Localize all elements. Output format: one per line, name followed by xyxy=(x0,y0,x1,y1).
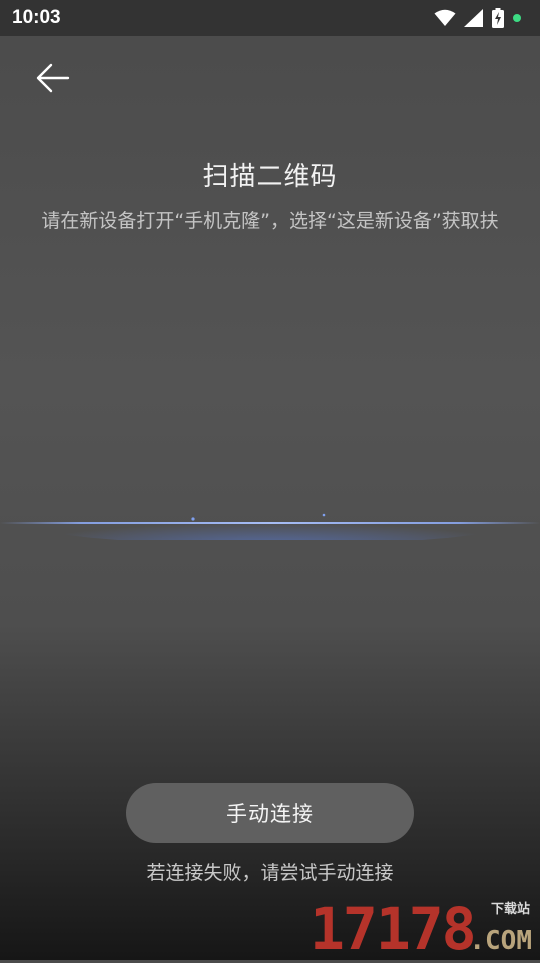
wifi-icon xyxy=(434,9,456,27)
cellular-signal-icon xyxy=(464,9,484,27)
scan-line xyxy=(0,501,540,545)
notification-dot-icon xyxy=(512,13,522,23)
back-button[interactable] xyxy=(26,56,82,100)
page-title: 扫描二维码 xyxy=(202,162,338,192)
scan-area xyxy=(0,490,540,545)
connection-hint: 若连接失败，请尝试手动连接 xyxy=(146,862,394,884)
status-bar: 10:03 xyxy=(0,0,540,36)
arrow-left-icon xyxy=(36,63,70,93)
watermark-logo: 下载站 17178 .COM xyxy=(310,898,536,960)
page-subtitle: 请在新设备打开“手机克隆”，选择“这是新设备”获取扶占二维码 xyxy=(41,210,499,232)
battery-charging-icon xyxy=(492,8,504,28)
manual-connect-button[interactable]: 手动连接 xyxy=(126,783,414,843)
subtitle-container: 请在新设备打开“手机克隆”，选择“这是新设备”获取扶占二维码 xyxy=(40,207,500,238)
status-icons xyxy=(434,8,522,28)
watermark-number: 17178 xyxy=(310,895,477,963)
status-time: 10:03 xyxy=(12,7,61,28)
watermark-com: .COM xyxy=(469,926,532,956)
watermark-site: 下载站 xyxy=(490,902,530,917)
